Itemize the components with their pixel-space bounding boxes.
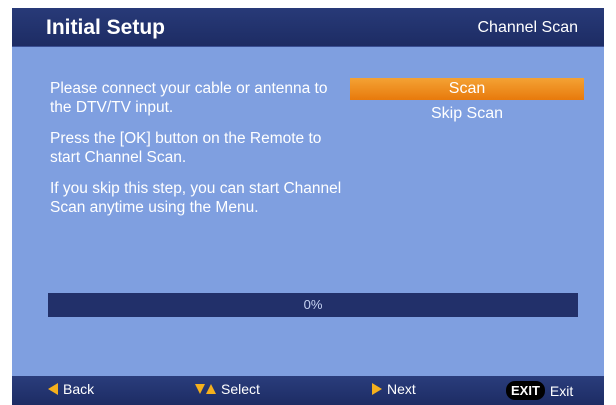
- exit-label: Exit: [549, 382, 574, 399]
- back-button[interactable]: Back: [48, 381, 94, 397]
- page-title: Initial Setup: [46, 16, 166, 39]
- scan-option[interactable]: Scan: [350, 78, 584, 100]
- right-arrow-icon: [372, 383, 382, 395]
- up-down-arrows-icon: [195, 384, 216, 394]
- footer-bar: Back Select Next EXIT Exit: [12, 376, 604, 405]
- select-label: Select: [221, 381, 260, 397]
- section-label: Channel Scan: [477, 19, 578, 36]
- back-label: Back: [63, 381, 95, 397]
- instruction-skip: If you skip this step, you can start Cha…: [50, 180, 342, 216]
- header-bar: Initial Setup Channel Scan: [12, 8, 604, 47]
- scan-progress-bar: 0%: [48, 293, 578, 317]
- left-arrow-icon: [48, 383, 58, 395]
- instruction-connect: Please connect your cable or antenna to …: [50, 80, 328, 116]
- skip-scan-option[interactable]: Skip Scan: [350, 103, 584, 125]
- next-label: Next: [387, 381, 416, 397]
- scan-menu: Scan Skip Scan: [350, 78, 584, 128]
- instructions: Please connect your cable or antenna to …: [50, 79, 350, 229]
- exit-key-icon: EXIT: [506, 381, 545, 400]
- instruction-press-ok: Press the [OK] button on the Remote to s…: [50, 130, 322, 166]
- select-hint[interactable]: Select: [195, 381, 260, 397]
- initial-setup-screen: Initial Setup Channel Scan Please connec…: [12, 8, 604, 405]
- progress-label: 0%: [303, 297, 323, 312]
- exit-button[interactable]: EXIT Exit: [506, 381, 573, 400]
- next-button[interactable]: Next: [372, 381, 416, 397]
